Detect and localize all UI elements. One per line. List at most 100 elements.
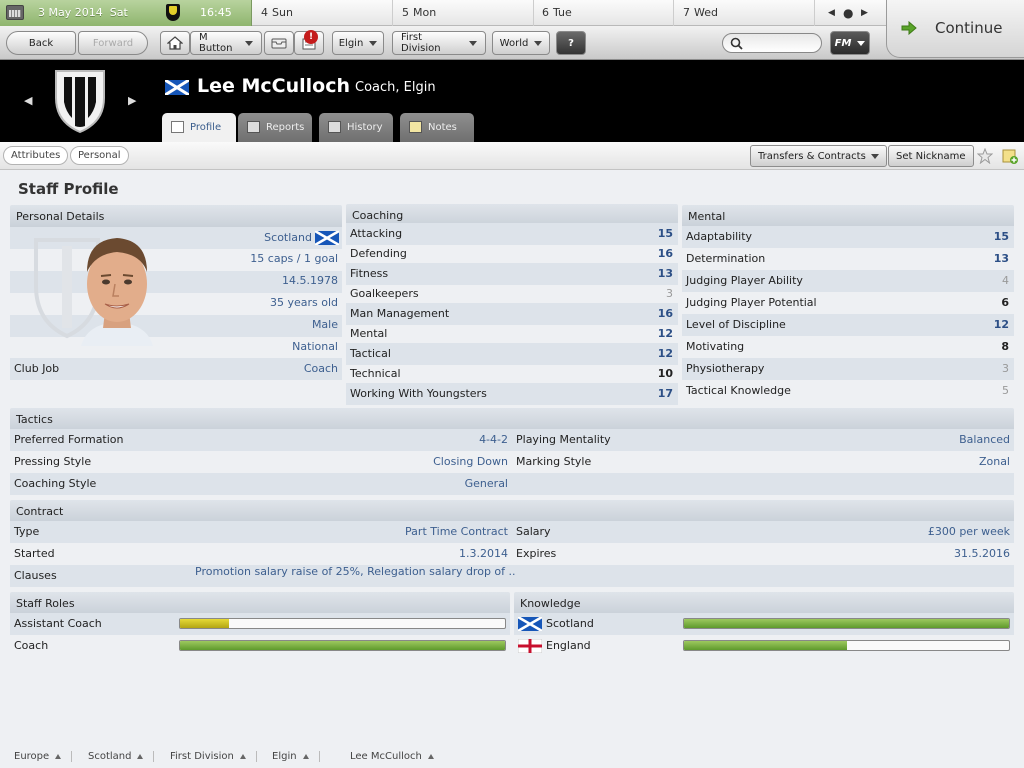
attribute-label: Motivating bbox=[686, 340, 745, 353]
breadcrumb-label: Europe bbox=[14, 751, 50, 762]
tab-reports[interactable]: Reports bbox=[238, 113, 312, 143]
calendar-day[interactable]: 7 Wed bbox=[675, 0, 815, 26]
chevron-up-icon bbox=[239, 754, 246, 759]
expires-row: Expires 31.5.2016 bbox=[512, 543, 1014, 565]
dob-row: 14.5.1978 bbox=[10, 270, 342, 292]
preferred-formation-row: Preferred Formation 4-4-2 bbox=[10, 429, 512, 451]
division-menu-button[interactable]: First Division bbox=[392, 31, 486, 55]
breadcrumb: Europe Scotland First Division Elgin Lee McC… bbox=[0, 748, 1024, 768]
world-menu-button[interactable]: World bbox=[492, 31, 550, 55]
attribute-value: 12 bbox=[993, 318, 1009, 331]
next-person-icon[interactable]: ▶ bbox=[128, 94, 136, 107]
main-toolbar: Back Forward M Button ! Elgin First Divi… bbox=[0, 26, 1024, 60]
marking-label: Marking Style bbox=[516, 455, 592, 468]
attribute-label: Fitness bbox=[350, 267, 389, 280]
day-number: 6 bbox=[542, 6, 549, 19]
previous-person-icon[interactable]: ◀ bbox=[24, 94, 32, 107]
day-number: 5 bbox=[402, 6, 409, 19]
club-job-value[interactable]: Coach bbox=[304, 358, 338, 380]
tab-history[interactable]: History bbox=[319, 113, 393, 143]
attribute-row: Man Management 16 bbox=[346, 303, 678, 325]
chevron-up-icon bbox=[302, 754, 309, 759]
coaching-style-label: Coaching Style bbox=[14, 477, 97, 490]
attribute-row: Tactical Knowledge 5 bbox=[682, 380, 1014, 402]
breadcrumb-label: Scotland bbox=[88, 751, 132, 762]
scotland-flag-icon bbox=[165, 80, 189, 95]
club-job-label: Club Job bbox=[14, 362, 60, 375]
bar-label: Assistant Coach bbox=[14, 617, 102, 630]
calendar-today-icon[interactable]: ● bbox=[843, 6, 853, 20]
attribute-value: 16 bbox=[657, 307, 673, 320]
world-menu-label: World bbox=[499, 37, 529, 49]
help-button[interactable]: ? bbox=[556, 31, 586, 55]
calendar-icon[interactable] bbox=[6, 5, 24, 20]
attributes-pill[interactable]: Attributes bbox=[3, 146, 69, 165]
back-button[interactable]: Back bbox=[6, 31, 76, 55]
chevron-down-icon bbox=[369, 40, 378, 46]
attribute-value: 13 bbox=[657, 267, 673, 280]
breadcrumb-item[interactable]: Scotland bbox=[88, 751, 155, 762]
current-date-panel[interactable]: 3 May 2014 Sat 16:45 bbox=[0, 0, 252, 26]
personal-pill[interactable]: Personal bbox=[70, 146, 129, 165]
calendar-bar: 3 May 2014 Sat 16:45 4 Sun 5 Mon 6 Tue 7 Wed… bbox=[0, 0, 1024, 26]
club-menu-button[interactable]: Elgin bbox=[332, 31, 384, 55]
attribute-row: Attacking 15 bbox=[346, 223, 678, 245]
star-icon[interactable] bbox=[977, 148, 993, 164]
set-nickname-button[interactable]: Set Nickname bbox=[888, 145, 974, 167]
attribute-value: 6 bbox=[1001, 296, 1009, 309]
continue-label: Continue bbox=[935, 19, 1003, 37]
current-date: 3 May 2014 bbox=[38, 6, 103, 19]
breadcrumb-item[interactable]: Europe bbox=[14, 751, 73, 762]
reputation-row: National bbox=[10, 336, 342, 358]
continue-button[interactable]: Continue bbox=[886, 0, 1024, 58]
attribute-value: 15 bbox=[993, 230, 1009, 243]
attribute-value: 3 bbox=[666, 287, 673, 300]
staff-role-row: Assistant Coach bbox=[10, 613, 510, 635]
home-button[interactable] bbox=[160, 31, 190, 55]
menu-button[interactable]: M Button bbox=[190, 31, 262, 55]
chevron-up-icon bbox=[137, 754, 144, 759]
day-name: Mon bbox=[413, 6, 437, 19]
calendar-day[interactable]: 5 Mon bbox=[394, 0, 534, 26]
chevron-down-icon bbox=[857, 40, 866, 46]
attribute-value: 10 bbox=[657, 367, 673, 380]
menu-button-label: M Button bbox=[199, 32, 233, 54]
attribute-label: Technical bbox=[350, 367, 401, 380]
calendar-day[interactable]: 4 Sun bbox=[253, 0, 393, 26]
attribute-label: Adaptability bbox=[686, 230, 753, 243]
marking-value: Zonal bbox=[978, 455, 1010, 468]
salary-row: Salary £300 per week bbox=[512, 521, 1014, 543]
expires-value: 31.5.2016 bbox=[954, 547, 1010, 560]
search-input[interactable] bbox=[722, 33, 822, 53]
calendar-next-icon[interactable]: ▶ bbox=[861, 8, 868, 18]
calendar-day[interactable]: 6 Tue bbox=[534, 0, 674, 26]
transfers-contracts-button[interactable]: Transfers & Contracts bbox=[750, 145, 887, 167]
attribute-value: 15 bbox=[657, 227, 673, 240]
breadcrumb-item[interactable]: Elgin bbox=[272, 751, 320, 762]
calendar-nav: ◀ ● ▶ bbox=[820, 0, 886, 26]
attribute-label: Tactical Knowledge bbox=[686, 384, 791, 397]
breadcrumb-item[interactable]: First Division bbox=[170, 751, 257, 762]
nationality-value[interactable]: Scotland bbox=[264, 227, 312, 249]
knowledge-header: Knowledge bbox=[514, 592, 1014, 614]
tab-notes[interactable]: Notes bbox=[400, 113, 474, 143]
proficiency-bar-fill bbox=[684, 641, 847, 650]
tab-profile[interactable]: Profile bbox=[162, 113, 236, 143]
calendar-prev-icon[interactable]: ◀ bbox=[828, 8, 835, 18]
bar-label: Coach bbox=[14, 639, 49, 652]
inbox-icon bbox=[271, 38, 287, 49]
breadcrumb-item[interactable]: Lee McCulloch bbox=[350, 751, 444, 762]
clauses-value[interactable]: Promotion salary raise of 25%, Relegatio… bbox=[195, 561, 516, 583]
chevron-down-icon bbox=[245, 40, 253, 46]
fm-menu-button[interactable]: FM bbox=[830, 31, 870, 55]
age-row: 35 years old bbox=[10, 292, 342, 314]
salary-value: £300 per week bbox=[927, 525, 1010, 538]
attribute-row: Motivating 8 bbox=[682, 336, 1014, 358]
inbox-button[interactable] bbox=[264, 31, 294, 55]
add-note-icon[interactable] bbox=[1002, 148, 1018, 164]
day-name: Tue bbox=[553, 6, 572, 19]
forward-button[interactable]: Forward bbox=[78, 31, 148, 55]
nationality-row: Scotland bbox=[10, 227, 342, 249]
coaching-style-row: Coaching Style General bbox=[10, 473, 512, 495]
attribute-row: Physiotherapy 3 bbox=[682, 358, 1014, 380]
